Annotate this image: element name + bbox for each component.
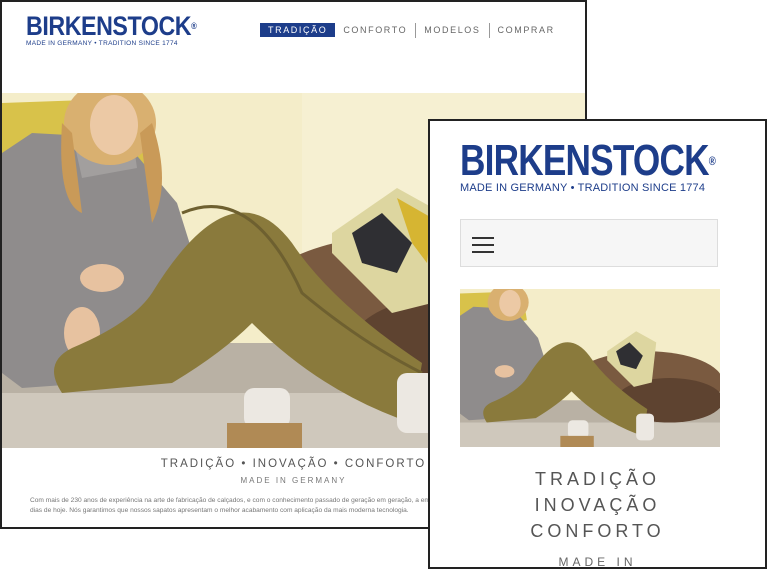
main-nav: TRADIÇÃO CONFORTO MODELOS COMPRAR xyxy=(260,22,563,38)
nav-item-modelos[interactable]: MODELOS xyxy=(416,25,488,35)
hero-photo-mobile xyxy=(460,289,720,447)
hamburger-icon[interactable] xyxy=(472,237,494,258)
nav-item-conforto[interactable]: CONFORTO xyxy=(335,25,415,35)
value-inovacao: INOVAÇÃO xyxy=(534,495,661,515)
mobile-view: BIRKENSTOCK® MADE IN GERMANY • TRADITION… xyxy=(428,119,767,569)
mobile-menu-bar[interactable] xyxy=(460,219,718,267)
values-list: TRADIÇÃO INOVAÇÃO CONFORTO xyxy=(430,466,765,544)
value-tradicao: TRADIÇÃO xyxy=(534,469,660,489)
nav-item-comprar[interactable]: COMPRAR xyxy=(490,25,563,35)
brand-logo[interactable]: BIRKENSTOCK® MADE IN GERMANY • TRADITION… xyxy=(26,12,224,47)
value-conforto: CONFORTO xyxy=(530,521,665,541)
logo-wordmark: BIRKENSTOCK® xyxy=(460,136,716,185)
logo-wordmark: BIRKENSTOCK® xyxy=(26,11,197,41)
made-in-mobile: MADE IN xyxy=(558,555,637,569)
nav-item-tradicao[interactable]: TRADIÇÃO xyxy=(260,23,336,37)
brand-logo-mobile[interactable]: BIRKENSTOCK® MADE IN GERMANY • TRADITION… xyxy=(460,136,765,195)
logo-tagline: MADE IN GERMANY • TRADITION SINCE 1774 xyxy=(26,40,178,47)
